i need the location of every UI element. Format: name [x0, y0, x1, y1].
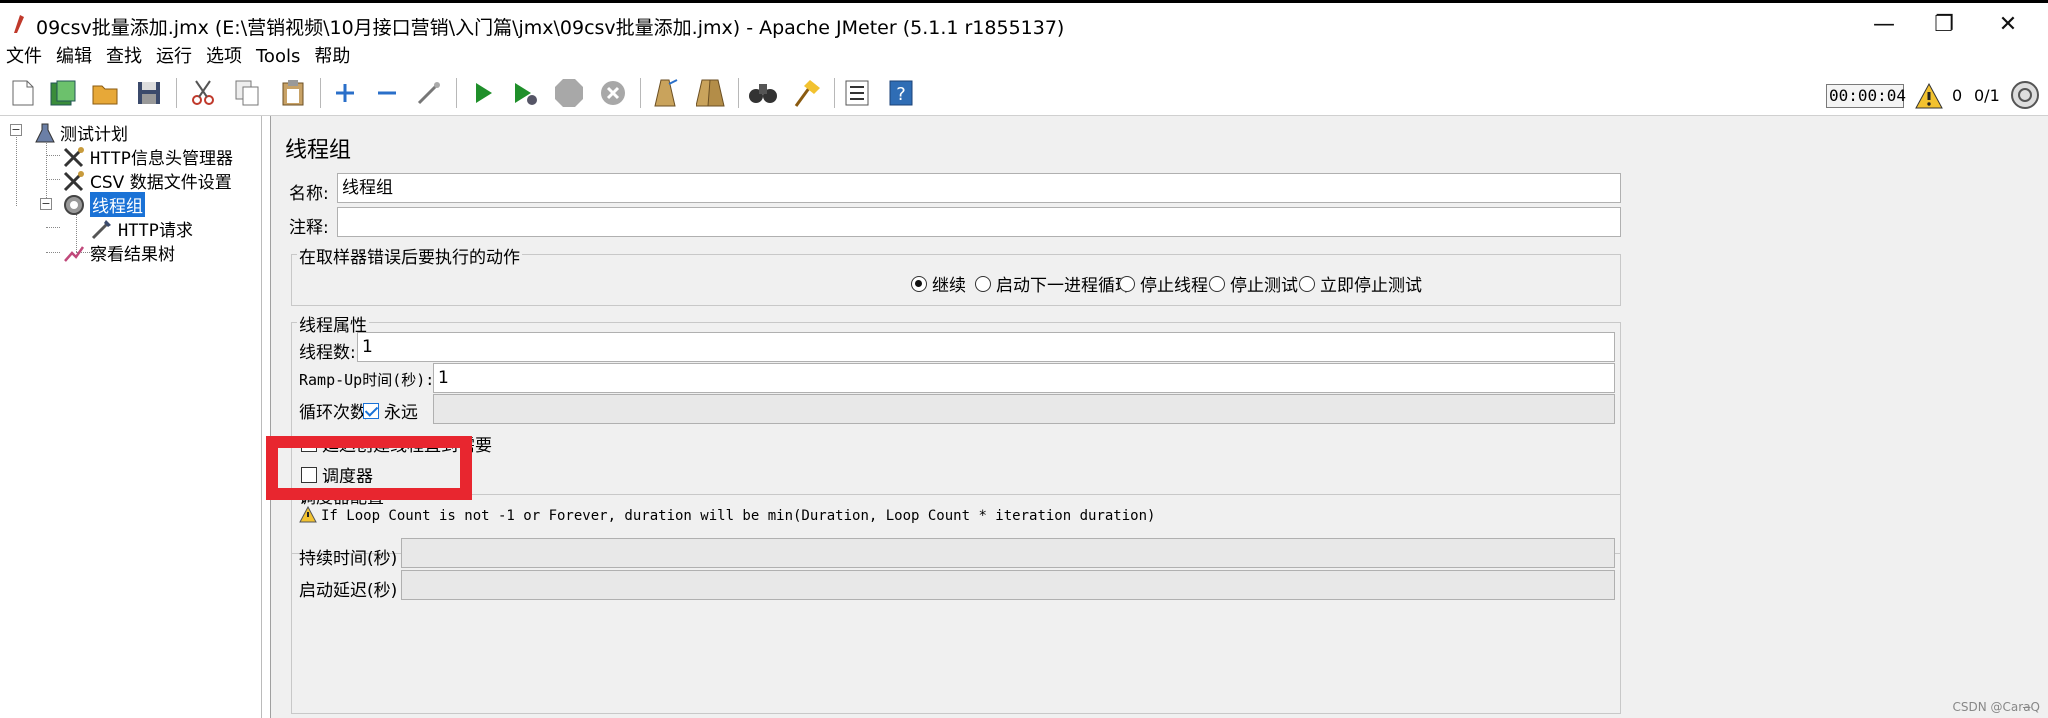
title-bar: 09csv批量添加.jmx (E:\营销视频\10月接口营销\入门篇\jmx\0…: [0, 0, 2048, 44]
toolbar: ? 00:00:04 0 0/1: [0, 72, 2048, 116]
menu-help[interactable]: 帮助: [314, 44, 350, 72]
wrench-icon: [63, 146, 84, 167]
forever-checkbox[interactable]: 永远: [363, 398, 418, 423]
expand-icon[interactable]: [328, 76, 362, 110]
search-icon[interactable]: [746, 76, 780, 110]
start-icon[interactable]: [466, 76, 500, 110]
clear-icon[interactable]: [650, 76, 684, 110]
close-button[interactable]: ✕: [1976, 7, 2040, 43]
jmeter-feather-icon: [14, 15, 24, 33]
function-helper-icon[interactable]: [840, 76, 874, 110]
paste-icon[interactable]: [276, 76, 310, 110]
name-label: 名称:: [289, 184, 329, 204]
pipette-icon: [91, 219, 111, 239]
tree-collapse-thread-group[interactable]: −: [40, 198, 52, 210]
cut-icon[interactable]: [186, 76, 220, 110]
thread-group-panel: 线程组 名称: 线程组 注释: 在取样器错误后要执行的动作 继续 启动下一进程循…: [270, 116, 2048, 718]
duration-field: [401, 538, 1615, 568]
menu-run[interactable]: 运行: [156, 44, 192, 72]
menu-tools[interactable]: Tools: [256, 44, 300, 72]
collapse-icon[interactable]: [370, 76, 404, 110]
menu-file[interactable]: 文件: [6, 44, 42, 72]
comment-field[interactable]: [337, 207, 1621, 237]
flask-icon: [35, 123, 55, 142]
start-no-pause-icon[interactable]: [508, 76, 542, 110]
warning-icon[interactable]: [1914, 82, 1944, 110]
threads-label: 线程数:: [299, 343, 356, 363]
menu-bar: 文件 编辑 查找 运行 选项 Tools 帮助: [0, 44, 2048, 72]
gear-icon: [64, 194, 84, 215]
open-icon[interactable]: [88, 76, 122, 110]
loop-count-field: [433, 394, 1615, 424]
tree-node-result-tree[interactable]: 察看结果树: [62, 240, 175, 265]
menu-edit[interactable]: 编辑: [56, 44, 92, 72]
copy-icon[interactable]: [230, 76, 264, 110]
panel-title: 线程组: [285, 138, 352, 163]
threads-field[interactable]: 1: [357, 332, 1615, 362]
chart-icon: [64, 245, 85, 262]
warning-count: 0: [1952, 86, 1963, 105]
maximize-button[interactable]: ❐: [1912, 7, 1976, 43]
tree-node-http-request[interactable]: HTTP请求: [90, 216, 193, 241]
duration-label: 持续时间(秒): [299, 549, 398, 569]
warning-icon: [299, 506, 317, 523]
watermark: CSDN @Cara̶Q: [1952, 700, 2041, 714]
sampler-error-title: 在取样器错误后要执行的动作: [297, 243, 522, 268]
tree-node-thread-group[interactable]: 线程组: [62, 192, 145, 217]
scheduler-config-group: [291, 494, 1621, 714]
active-thread-count: 0/1: [1974, 86, 2000, 105]
new-icon[interactable]: [6, 76, 40, 110]
radio-continue[interactable]: 继续: [911, 271, 966, 296]
loop-count-label: 循环次数: [299, 403, 367, 423]
tree-node-header-manager[interactable]: HTTP信息头管理器: [62, 144, 233, 169]
test-plan-tree: − 测试计划 HTTP信息头管理器 CSV 数据文件设置 − 线程组 HTTP请…: [0, 116, 262, 718]
help-icon[interactable]: ?: [884, 76, 918, 110]
radio-start-next-loop[interactable]: 启动下一进程循环: [975, 271, 1132, 296]
templates-icon[interactable]: [46, 76, 80, 110]
wrench-icon: [63, 170, 84, 191]
minimize-button[interactable]: —: [1852, 7, 1916, 43]
menu-options[interactable]: 选项: [206, 44, 242, 72]
svg-text:?: ?: [896, 84, 906, 105]
rampup-label: Ramp-Up时间(秒):: [299, 371, 435, 389]
menu-search[interactable]: 查找: [106, 44, 142, 72]
highlight-box: [266, 436, 472, 500]
startup-delay-field: [401, 570, 1615, 600]
shutdown-icon[interactable]: [596, 76, 630, 110]
stop-icon[interactable]: [552, 76, 586, 110]
tree-node-test-plan[interactable]: 测试计划: [34, 120, 128, 145]
clear-all-icon[interactable]: [694, 76, 728, 110]
elapsed-timer: 00:00:04: [1826, 84, 1906, 108]
window-title: 09csv批量添加.jmx (E:\营销视频\10月接口营销\入门篇\jmx\0…: [36, 17, 1065, 39]
radio-stop-test[interactable]: 停止测试: [1209, 271, 1298, 296]
save-icon[interactable]: [132, 76, 166, 110]
comment-label: 注释:: [289, 218, 329, 238]
tree-node-csv-config[interactable]: CSV 数据文件设置: [62, 168, 232, 193]
tree-collapse-root[interactable]: −: [10, 124, 22, 136]
remote-engines-icon[interactable]: [2010, 80, 2040, 110]
rampup-field[interactable]: 1: [433, 363, 1615, 393]
startup-delay-label: 启动延迟(秒): [299, 581, 398, 601]
scheduler-warning-text: If Loop Count is not -1 or Forever, dura…: [321, 508, 1156, 524]
name-field[interactable]: 线程组: [337, 173, 1621, 203]
toggle-icon[interactable]: [412, 76, 446, 110]
radio-stop-thread[interactable]: 停止线程: [1119, 271, 1208, 296]
radio-stop-test-now[interactable]: 立即停止测试: [1299, 271, 1422, 296]
reset-search-icon[interactable]: [790, 76, 824, 110]
